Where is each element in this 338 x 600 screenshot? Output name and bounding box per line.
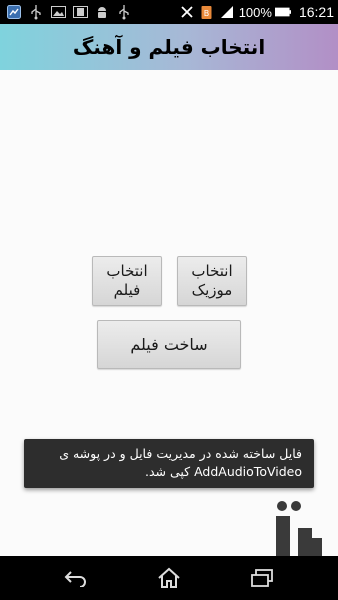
make-film-button[interactable]: ساخت فیلم: [97, 320, 241, 369]
toast-line-1: فایل ساخته شده در مدیریت فایل و در پوشه …: [59, 446, 302, 461]
recent-apps-icon: [251, 569, 273, 587]
status-bar-notifications: [6, 4, 138, 20]
main-content: انتخاب موزیک انتخاب فیلم ساخت فیلم فایل …: [0, 70, 338, 593]
page-title: انتخاب فیلم و آهنگ: [72, 35, 266, 59]
image-icon: [50, 4, 66, 20]
clock: 16:21: [298, 4, 334, 20]
select-film-button[interactable]: انتخاب فیلم: [92, 256, 162, 306]
app-notification-icon: [6, 4, 22, 20]
home-button[interactable]: [149, 564, 189, 592]
toast-line-2: AddAudioToVideo کپی شد.: [144, 464, 302, 479]
battery-saver-icon: B: [199, 4, 215, 20]
back-icon: [64, 571, 86, 587]
battery-icon: [274, 4, 291, 20]
status-bar-system: B 100% 16:21: [179, 3, 334, 21]
title-bar: انتخاب فیلم و آهنگ: [0, 24, 338, 70]
select-music-button[interactable]: انتخاب موزیک: [177, 256, 247, 306]
film-icon: [72, 4, 88, 20]
recent-apps-button[interactable]: [242, 564, 282, 592]
battery-percent: 100%: [238, 4, 272, 20]
toast-message: فایل ساخته شده در مدیریت فایل و در پوشه …: [24, 439, 314, 488]
back-button[interactable]: [56, 564, 96, 592]
usb-icon: [116, 4, 132, 20]
navigation-bar: [0, 556, 338, 600]
svg-text:B: B: [204, 9, 210, 18]
android-icon: [94, 4, 110, 20]
status-bar: B 100% 16:21: [0, 0, 338, 24]
usb-icon: [28, 4, 44, 20]
mute-icon: [179, 4, 195, 20]
home-icon: [158, 567, 180, 588]
signal-icon: [219, 4, 235, 20]
